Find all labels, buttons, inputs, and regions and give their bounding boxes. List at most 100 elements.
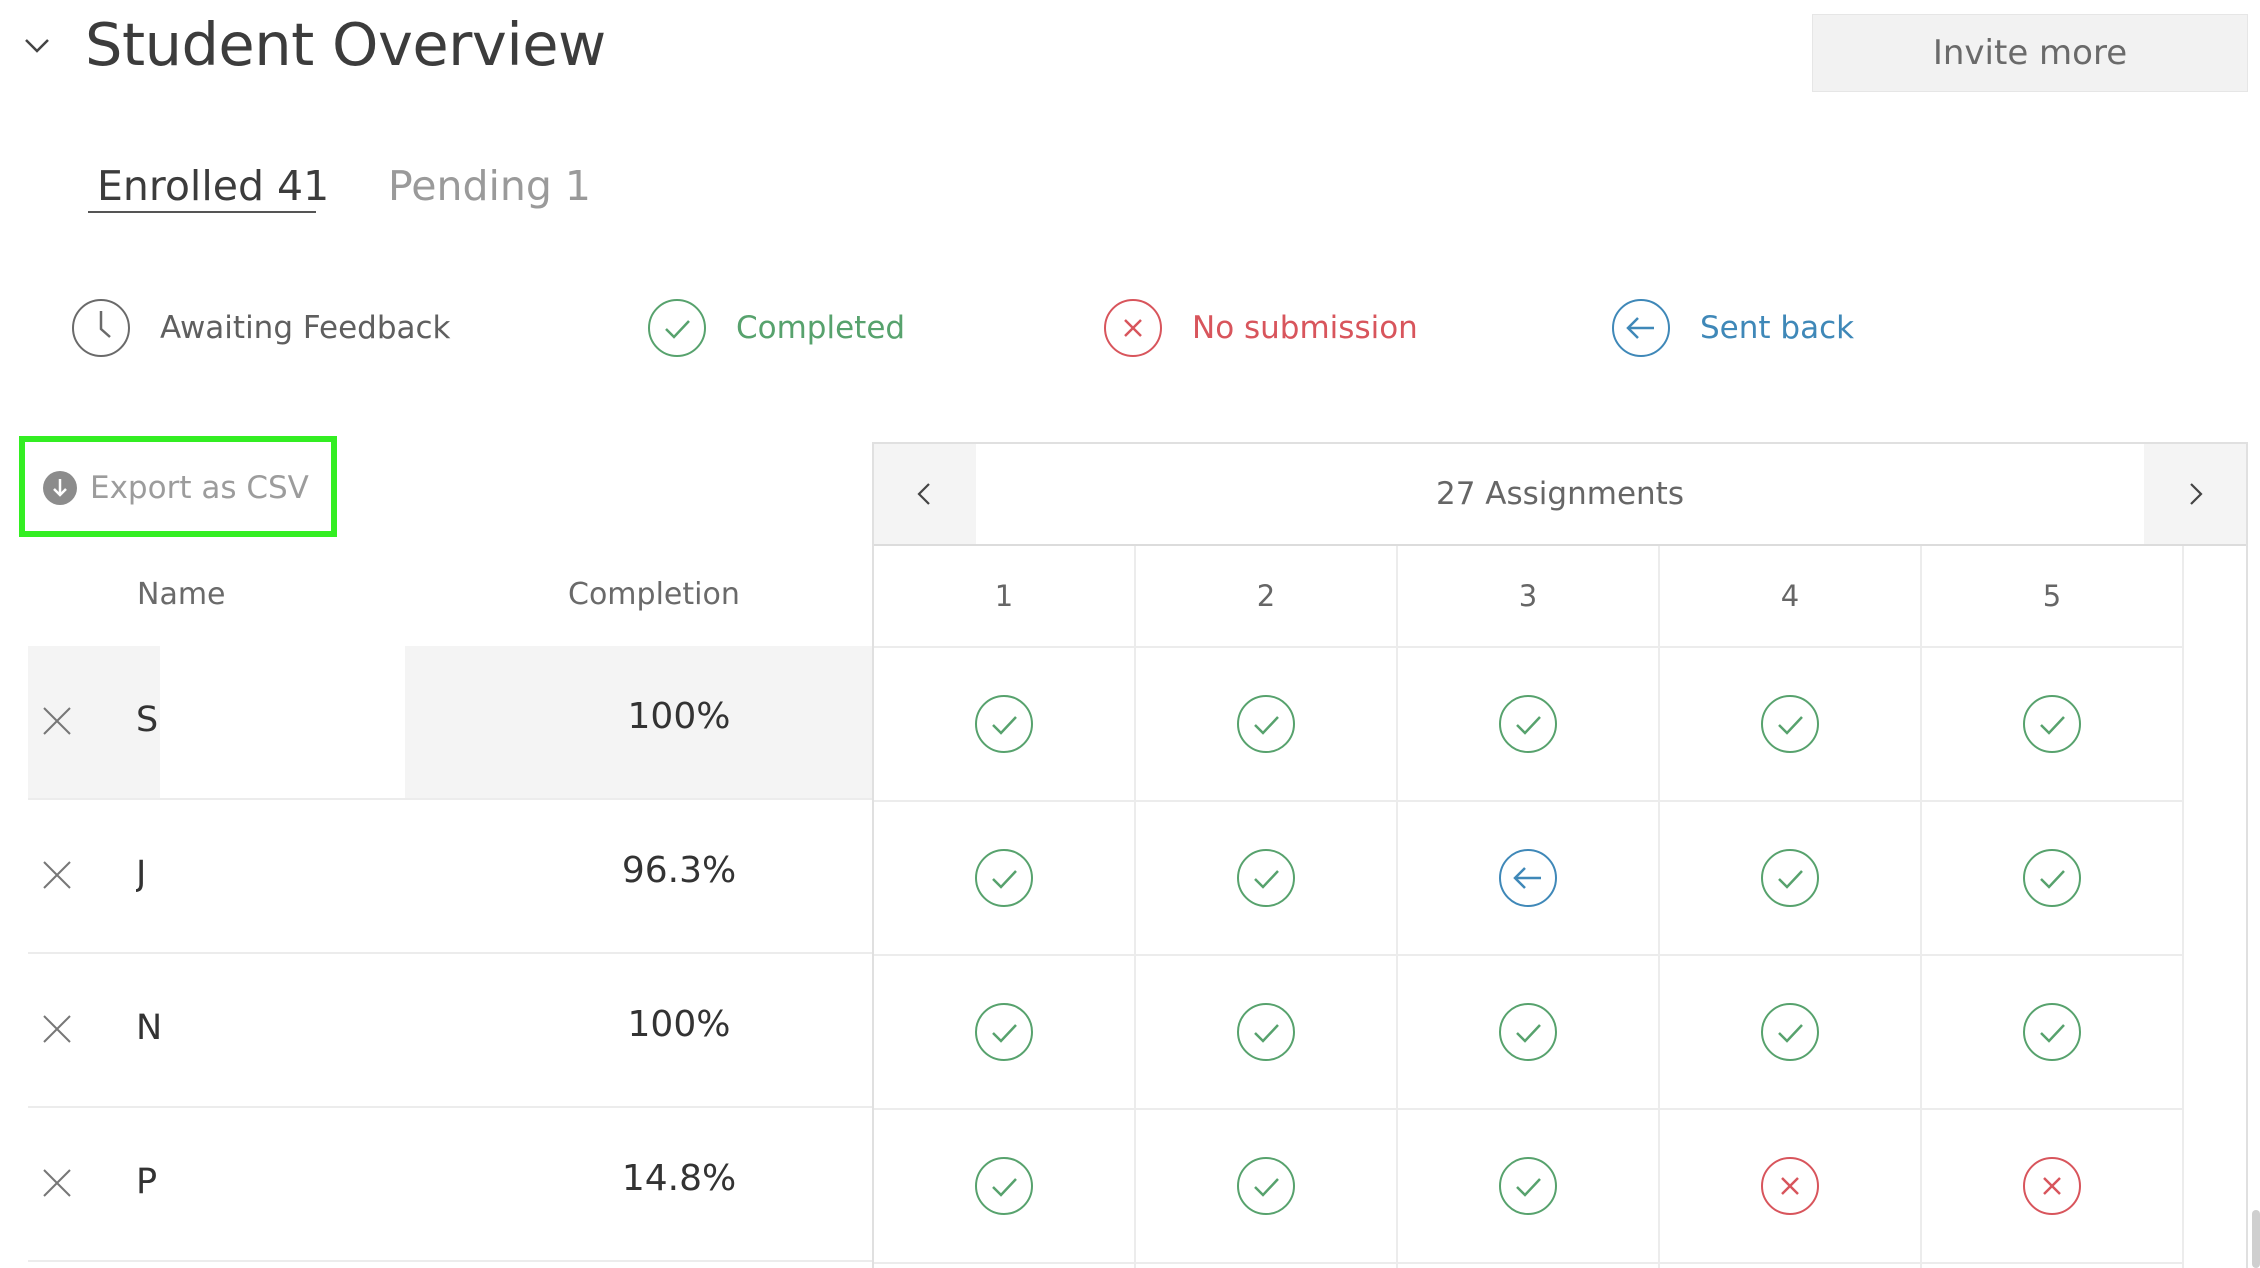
assignment-status-cell[interactable] — [1398, 802, 1658, 956]
completion-value: 100% — [627, 1004, 731, 1045]
legend-sent-back: Sent back — [1610, 297, 1854, 359]
assignment-status-cell[interactable] — [1136, 648, 1396, 802]
assignment-column: 3 — [1398, 546, 1660, 1268]
assignment-status-cell[interactable] — [874, 956, 1134, 1110]
check-circle-icon[interactable] — [1497, 1155, 1559, 1217]
chevron-down-icon[interactable] — [22, 30, 52, 60]
next-assignments-button[interactable] — [2144, 444, 2246, 544]
completion-column-header[interactable]: Completion — [568, 577, 740, 612]
tab-pending[interactable]: Pending 1 — [388, 162, 591, 210]
assignment-column: 5 — [1922, 546, 2184, 1268]
x-circle-icon[interactable] — [1759, 1155, 1821, 1217]
student-name[interactable]: P — [136, 1162, 160, 1202]
completion-value: 96.3% — [621, 850, 737, 891]
remove-student-icon[interactable] — [38, 1010, 76, 1048]
check-circle-icon[interactable] — [973, 1001, 1035, 1063]
chevron-left-icon — [917, 483, 930, 505]
check-circle-icon[interactable] — [1235, 847, 1297, 909]
legend-completed-label: Completed — [736, 310, 906, 346]
assignment-column: 1 — [874, 546, 1136, 1268]
legend-sent-back-label: Sent back — [1700, 310, 1855, 346]
check-circle-icon[interactable] — [973, 847, 1035, 909]
student-row[interactable]: N 100% — [28, 954, 872, 1108]
remove-student-icon[interactable] — [38, 702, 76, 740]
export-csv-button[interactable]: Export as CSV — [42, 470, 309, 506]
legend-no-submission-label: No submission — [1192, 310, 1418, 346]
check-circle-icon[interactable] — [1235, 1155, 1297, 1217]
assignment-status-cell[interactable] — [1136, 956, 1396, 1110]
clock-icon — [72, 299, 130, 357]
assignment-status-cell[interactable] — [874, 802, 1134, 956]
assignments-panel: 27 Assignments 12345 — [872, 442, 2248, 1268]
assignment-number[interactable]: 4 — [1660, 546, 1920, 648]
assignment-status-cell[interactable] — [1660, 956, 1920, 1110]
name-column-header[interactable]: Name — [137, 577, 226, 612]
assignment-status-cell[interactable] — [1660, 1110, 1920, 1264]
check-circle-icon[interactable] — [1759, 1001, 1821, 1063]
active-tab-underline — [88, 211, 316, 213]
scrollbar-thumb[interactable] — [2252, 1210, 2260, 1268]
assignment-status-cell[interactable] — [1398, 956, 1658, 1110]
check-circle-icon[interactable] — [1497, 1001, 1559, 1063]
assignment-number[interactable]: 3 — [1398, 546, 1658, 648]
student-row[interactable]: P 14.8% — [28, 1108, 872, 1262]
page-title: Student Overview — [85, 10, 606, 79]
legend-awaiting-label: Awaiting Feedback — [160, 310, 451, 346]
assignment-column-partial — [2184, 546, 2246, 1268]
remove-student-icon[interactable] — [38, 1164, 76, 1202]
student-name[interactable]: J — [136, 854, 160, 894]
legend-awaiting-feedback: Awaiting Feedback — [70, 297, 451, 359]
completion-value: 14.8% — [621, 1158, 737, 1199]
assignment-status-cell[interactable] — [874, 648, 1134, 802]
previous-assignments-button[interactable] — [874, 444, 976, 544]
check-circle-icon — [648, 299, 706, 357]
assignment-status-cell[interactable] — [1398, 1110, 1658, 1264]
check-circle-icon[interactable] — [2021, 1001, 2083, 1063]
download-icon — [43, 471, 77, 505]
assignment-status-cell[interactable] — [1136, 1110, 1396, 1264]
assignment-number[interactable]: 5 — [1922, 546, 2182, 648]
assignment-number[interactable]: 1 — [874, 546, 1134, 648]
assignment-status-cell[interactable] — [1922, 802, 2182, 956]
assignment-status-cell[interactable] — [1660, 648, 1920, 802]
invite-more-button[interactable]: Invite more — [1812, 14, 2248, 92]
export-csv-label: Export as CSV — [90, 470, 309, 506]
assignment-number[interactable]: 2 — [1136, 546, 1396, 648]
student-name[interactable]: S — [136, 700, 160, 740]
check-circle-icon[interactable] — [1235, 693, 1297, 755]
name-redaction — [160, 1108, 405, 1260]
assignment-status-cell[interactable] — [1922, 1110, 2182, 1264]
check-circle-icon[interactable] — [1497, 693, 1559, 755]
assignment-status-cell[interactable] — [874, 1110, 1134, 1264]
student-row[interactable]: S 100% — [28, 646, 872, 800]
assignments-header: 27 Assignments — [874, 444, 2246, 546]
student-name[interactable]: N — [136, 1008, 160, 1048]
assignment-status-cell[interactable] — [1660, 802, 1920, 956]
remove-student-icon[interactable] — [38, 856, 76, 894]
x-circle-icon — [1104, 299, 1162, 357]
check-circle-icon[interactable] — [1759, 847, 1821, 909]
check-circle-icon[interactable] — [973, 1155, 1035, 1217]
arrow-left-circle-icon[interactable] — [1497, 847, 1559, 909]
legend-completed: Completed — [646, 297, 905, 359]
x-circle-icon[interactable] — [2021, 1155, 2083, 1217]
assignment-status-cell[interactable] — [1136, 802, 1396, 956]
tab-enrolled[interactable]: Enrolled 41 — [97, 162, 329, 210]
check-circle-icon[interactable] — [2021, 693, 2083, 755]
check-circle-icon[interactable] — [973, 693, 1035, 755]
chevron-right-icon — [2190, 483, 2203, 505]
legend-no-submission: No submission — [1102, 297, 1418, 359]
check-circle-icon[interactable] — [1235, 1001, 1297, 1063]
assignment-status-cell[interactable] — [1922, 648, 2182, 802]
assignment-columns: 12345 — [874, 546, 2246, 1268]
completion-value: 100% — [627, 696, 731, 737]
assignment-column: 4 — [1660, 546, 1922, 1268]
name-redaction — [160, 954, 405, 1106]
name-redaction — [160, 800, 405, 952]
check-circle-icon[interactable] — [1759, 693, 1821, 755]
student-row[interactable]: J 96.3% — [28, 800, 872, 954]
assignment-status-cell[interactable] — [1922, 956, 2182, 1110]
check-circle-icon[interactable] — [2021, 847, 2083, 909]
assignment-status-cell[interactable] — [1398, 648, 1658, 802]
arrow-left-circle-icon — [1612, 299, 1670, 357]
